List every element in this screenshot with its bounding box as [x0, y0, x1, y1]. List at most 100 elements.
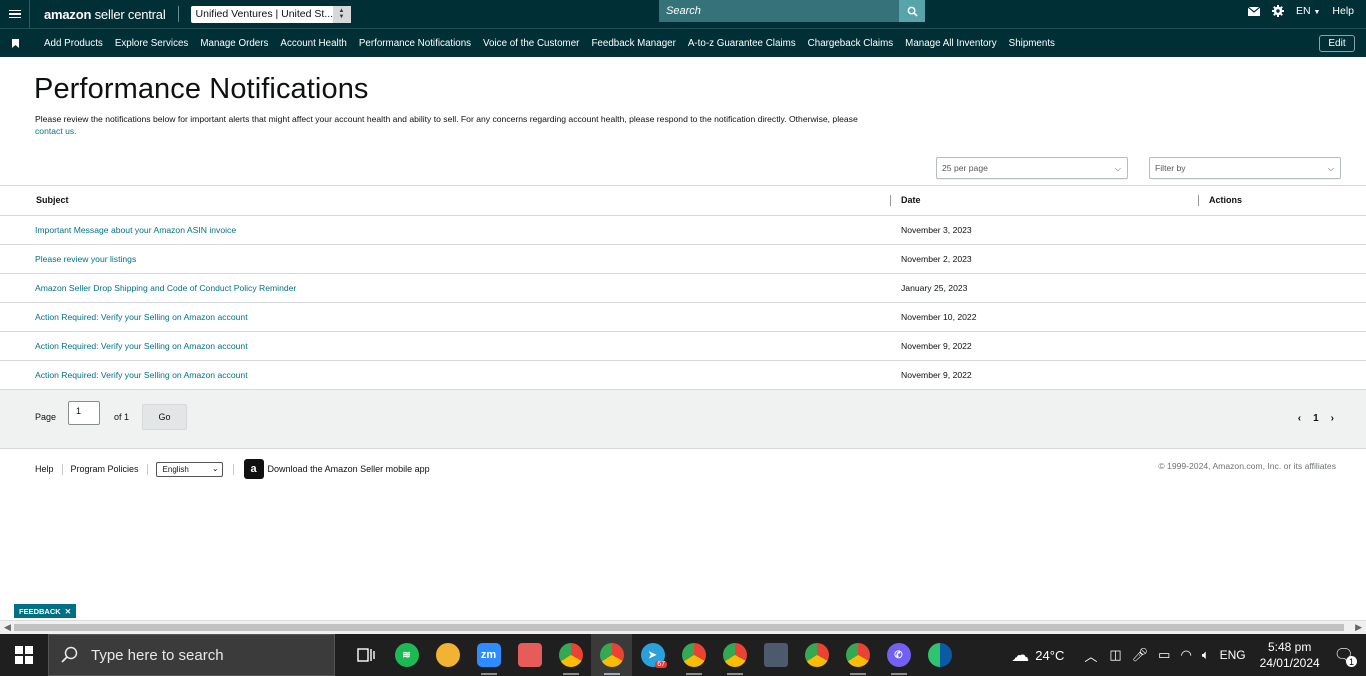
table-row: Action Required: Verify your Selling on … [0, 332, 1366, 361]
amazon-app-icon[interactable]: a [243, 459, 264, 479]
calculator-icon[interactable] [755, 634, 796, 676]
scroll-left-icon[interactable]: ◀ [4, 622, 11, 633]
account-selector[interactable]: Unified Ventures | United St... ▲ ▼ [190, 5, 351, 23]
feedback-tab[interactable]: FEEDBACK ✕ [14, 604, 76, 618]
search-button[interactable] [899, 0, 925, 22]
running-indicator [604, 673, 620, 675]
menu-icon[interactable] [0, 0, 30, 28]
clock[interactable]: 5:48 pm 24/01/2024 [1260, 639, 1320, 671]
chrome-profile-a-icon[interactable] [550, 634, 591, 676]
mail-icon[interactable] [1247, 6, 1260, 16]
notification-subject-link[interactable]: Action Required: Verify your Selling on … [35, 312, 248, 322]
prev-page-icon[interactable]: ‹ [1298, 413, 1301, 424]
meet-icon[interactable]: ◫ [1109, 647, 1121, 663]
chrome-profile-r-icon[interactable] [837, 634, 878, 676]
help-link[interactable]: Help [1332, 5, 1354, 17]
language-indicator[interactable]: ENG [1220, 648, 1246, 662]
language-selector[interactable]: EN ▼ [1296, 5, 1320, 17]
chrome-profile-green-icon[interactable] [673, 634, 714, 676]
notification-subject-link[interactable]: Action Required: Verify your Selling on … [35, 341, 248, 351]
next-page-icon[interactable]: › [1331, 413, 1334, 424]
download-app-link[interactable]: Download the Amazon Seller mobile app [268, 464, 430, 474]
edge-icon[interactable] [919, 634, 960, 676]
footer-language-select[interactable]: English ⌄ [155, 461, 223, 477]
notification-subject-link[interactable]: Action Required: Verify your Selling on … [35, 370, 248, 380]
nav-bar: Add Products Explore Services Manage Ord… [0, 28, 1366, 57]
search-placeholder: Search [666, 5, 701, 17]
viber-icon[interactable]: ✆ [878, 634, 919, 676]
horizontal-scrollbar[interactable]: ◀ ▶ [0, 620, 1366, 634]
go-button[interactable]: Go [142, 404, 187, 430]
zoom-icon[interactable]: zm [468, 634, 509, 676]
page-title: Performance Notifications [34, 73, 369, 105]
wifi-icon[interactable]: ◠ [1180, 647, 1191, 663]
system-tray: ☁ 24°C ︿ ◫ 🎤︎ ▭ ◠ 🔈︎ ENG 5:48 pm 24/01/2… [1011, 634, 1366, 676]
nav-item-manage-orders[interactable]: Manage Orders [200, 38, 268, 49]
nav-item-account-health[interactable]: Account Health [280, 38, 346, 49]
chrome-profile-m-icon[interactable] [591, 634, 632, 676]
search-input[interactable]: Search [659, 0, 899, 22]
chevron-up-icon[interactable]: ︿ [1084, 646, 1097, 665]
running-indicator [727, 673, 743, 675]
header-actions: Actions [1209, 195, 1243, 205]
footer-help-link[interactable]: Help [35, 464, 54, 474]
app-face-icon[interactable] [427, 634, 468, 676]
top-right-controls: EN ▼ Help [1247, 0, 1354, 22]
header-subject[interactable]: Subject [36, 195, 69, 205]
caret-down-icon: ▼ [1313, 9, 1321, 16]
telegram-badge: 67 [655, 661, 667, 668]
notification-date: November 2, 2023 [901, 254, 972, 264]
pagination-bar: Page 1 of 1 Go ‹ 1 › [0, 389, 1366, 449]
edit-nav-button[interactable]: Edit [1319, 35, 1355, 52]
notification-subject-link[interactable]: Important Message about your Amazon ASIN… [35, 225, 236, 235]
weather-cloud-icon[interactable]: ☁ [1011, 645, 1029, 666]
running-indicator [686, 673, 702, 675]
running-indicator [481, 673, 497, 675]
scrollbar-thumb[interactable] [14, 624, 1344, 631]
taskbar-search-placeholder: Type here to search [91, 646, 224, 664]
scroll-right-icon[interactable]: ▶ [1355, 622, 1362, 633]
windows-start-icon[interactable] [0, 634, 48, 676]
nav-item-add-products[interactable]: Add Products [44, 38, 103, 49]
notification-date: November 10, 2022 [901, 312, 977, 322]
bookmark-icon[interactable] [0, 38, 30, 48]
nav-item-voice-of-customer[interactable]: Voice of the Customer [483, 38, 579, 49]
notification-subject-link[interactable]: Amazon Seller Drop Shipping and Code of … [35, 283, 296, 293]
notification-subject-link[interactable]: Please review your listings [35, 254, 136, 264]
nav-item-atoz-claims[interactable]: A-to-z Guarantee Claims [688, 38, 796, 49]
current-page-number[interactable]: 1 [1313, 413, 1319, 424]
chevron-down-icon: ⌵ [1114, 164, 1121, 173]
nav-item-feedback-manager[interactable]: Feedback Manager [591, 38, 675, 49]
contact-us-link[interactable]: contact us. [35, 126, 77, 136]
microphone-icon[interactable]: 🎤︎ [1132, 647, 1149, 663]
per-page-select[interactable]: 25 per page ⌵ [936, 157, 1128, 179]
chrome-profile-s-icon[interactable] [796, 634, 837, 676]
nav-item-performance-notifications[interactable]: Performance Notifications [359, 38, 471, 49]
page-number-input[interactable]: 1 [68, 401, 100, 425]
temperature[interactable]: 24°C [1035, 648, 1064, 663]
header-date[interactable]: Date [901, 195, 921, 205]
close-icon[interactable]: ✕ [65, 607, 71, 616]
spotify-icon[interactable]: ≋ [386, 634, 427, 676]
nav-item-manage-inventory[interactable]: Manage All Inventory [905, 38, 997, 49]
program-policies-link[interactable]: Program Policies [71, 464, 139, 474]
nav-item-explore-services[interactable]: Explore Services [115, 38, 189, 49]
taskbar-search-input[interactable]: Type here to search [48, 634, 335, 676]
filter-select[interactable]: Filter by ⌵ [1149, 157, 1341, 179]
task-view-icon[interactable] [345, 634, 386, 676]
chevron-down-icon: ⌄ [211, 463, 219, 473]
gear-icon[interactable] [1271, 5, 1284, 17]
nav-item-chargeback-claims[interactable]: Chargeback Claims [808, 38, 893, 49]
snipping-tool-icon[interactable] [509, 634, 550, 676]
volume-icon[interactable]: 🔈︎ [1202, 647, 1210, 663]
notification-count: 1 [1346, 656, 1357, 667]
telegram-icon[interactable]: ➤ 67 [632, 634, 673, 676]
seller-central-logo[interactable]: amazon seller central [44, 7, 166, 22]
footer: Help Program Policies English ⌄ a Downlo… [35, 459, 430, 479]
battery-icon[interactable]: ▭ [1158, 647, 1170, 663]
footer-divider [232, 463, 234, 475]
notifications-icon[interactable]: 🗨︎ 1 [1334, 645, 1357, 667]
nav-item-shipments[interactable]: Shipments [1009, 38, 1055, 49]
chevron-down-icon: ⌵ [1327, 164, 1334, 173]
chrome-profile-l-icon[interactable] [714, 634, 755, 676]
